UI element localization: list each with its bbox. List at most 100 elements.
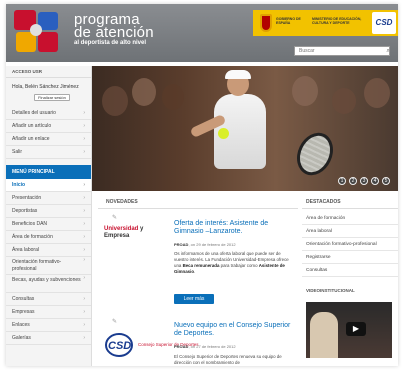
sidebar-item-presentation[interactable]: Presentación › xyxy=(6,192,91,205)
sidebar-item-training[interactable]: Área de formación › xyxy=(6,231,91,244)
sidebar-item-label: Inicio xyxy=(12,182,26,188)
gov-spain-text: GOBIERNO DE ESPAÑA xyxy=(276,17,301,25)
news-author: PROAD xyxy=(174,242,189,247)
news-date: , on 27 de febrero de 2012 xyxy=(188,344,236,349)
racket-icon xyxy=(290,126,340,182)
brand-title: programa de atención xyxy=(74,12,154,41)
brand-subtitle: al deportista de alto nivel xyxy=(74,40,147,46)
sidebar-item-label: Añadir un enlace xyxy=(12,136,50,142)
sidebar-item-athletes[interactable]: Deportistas › xyxy=(6,205,91,218)
institutional-video[interactable]: ▶ xyxy=(306,302,392,358)
sidebar-item-add-article[interactable]: Añadir un artículo › xyxy=(6,120,91,133)
read-more-button[interactable]: Leer más xyxy=(174,294,214,304)
slide-dot[interactable]: 1 xyxy=(338,177,346,185)
play-icon[interactable]: ▶ xyxy=(346,322,366,336)
player-cap-shape xyxy=(225,70,251,79)
sidebar-item-companies[interactable]: Empresas › xyxy=(6,306,91,319)
csd-logo-small[interactable]: CSD xyxy=(372,12,396,34)
sidebar-item-label: Salir xyxy=(12,149,23,155)
news-body-end: . xyxy=(194,269,196,274)
chevron-right-icon: › xyxy=(83,257,85,263)
slideshow-pager: 1 2 3 4 5 xyxy=(338,177,390,185)
sidebar-item-label: Área laboral xyxy=(12,247,39,253)
sidebar-item-exit[interactable]: Salir › xyxy=(6,146,91,159)
news-author: PROAD xyxy=(174,344,189,349)
sidebar-item-orientation[interactable]: Orientación formativo-profesional › xyxy=(6,257,91,275)
access-header: ACCESO USR xyxy=(6,66,91,78)
slide-dot[interactable]: 5 xyxy=(382,177,390,185)
sidebar-item-label: Área de formación xyxy=(12,234,53,240)
sidebar-item-label: Orientación formativo-profesional xyxy=(12,259,62,272)
edit-pencil-icon[interactable]: ✎ xyxy=(112,318,117,325)
news-header: NOVEDADES xyxy=(98,195,298,209)
chevron-right-icon: › xyxy=(83,149,85,155)
edit-pencil-icon[interactable]: ✎ xyxy=(112,214,117,221)
brand-title-line2: de atención xyxy=(74,24,154,41)
chevron-right-icon: › xyxy=(83,275,85,281)
chevron-right-icon: › xyxy=(83,110,85,116)
sidebar-item-label: Detalles del usuario xyxy=(12,110,56,116)
logout-button[interactable]: Finalizar sesión xyxy=(34,94,70,101)
hero-slideshow[interactable]: 1 2 3 4 5 xyxy=(92,66,398,191)
sidebar-item-label: Galerías xyxy=(12,335,31,341)
slide-dot[interactable]: 3 xyxy=(360,177,368,185)
sidebar-item-label: Enlaces xyxy=(12,322,30,328)
news-body-bold1: Beca remunerada xyxy=(182,263,220,268)
sidebar-item-home[interactable]: Inicio › xyxy=(6,179,91,192)
highlight-link-labour[interactable]: Área laboral xyxy=(302,225,398,238)
main-menu-header: MENÚ PRINCIPAL xyxy=(6,165,91,179)
news-item: ✎ Universidad y Empresa Oferta de interé… xyxy=(98,212,298,304)
tennis-ball-icon xyxy=(218,128,229,139)
highlight-link-training[interactable]: Área de formación xyxy=(302,212,398,225)
csd-logo-text: CSD xyxy=(108,340,131,352)
sidebar: ACCESO USR Hola, Belén Sánchez Jiménez F… xyxy=(6,66,92,366)
sidebar-item-links[interactable]: Enlaces › xyxy=(6,319,91,332)
video-header: VIDEOINSTITUCIONAL xyxy=(306,288,355,293)
video-thumbnail-person xyxy=(310,312,338,358)
highlight-link-orientation[interactable]: Orientación formativo-profesional xyxy=(302,238,398,251)
search-input[interactable] xyxy=(294,46,390,56)
sidebar-item-labour[interactable]: Área laboral › xyxy=(6,244,91,257)
user-greeting: Hola, Belén Sánchez Jiménez xyxy=(12,84,79,90)
highlight-link-queries[interactable]: Consultas xyxy=(302,264,398,277)
ministry-text: MINISTERIO DE EDUCACIÓN, CULTURA Y DEPOR… xyxy=(312,17,362,25)
news-meta: PROAD, on 29 de febrero de 2012 xyxy=(174,242,236,247)
sidebar-item-add-link[interactable]: Añadir un enlace › xyxy=(6,133,91,146)
sidebar-item-benefits[interactable]: Beneficios DAN › xyxy=(6,218,91,231)
chevron-right-icon: › xyxy=(83,247,85,253)
chevron-right-icon: › xyxy=(83,296,85,302)
sidebar-item-label: Añadir un artículo xyxy=(12,123,52,129)
sidebar-item-label: Deportistas xyxy=(12,208,38,214)
sidebar-item-grants[interactable]: Becas, ayudas y subvenciones › xyxy=(6,275,91,293)
news-body-mid: para trabajar como xyxy=(220,263,258,268)
site-header: programa de atención al deportista de al… xyxy=(6,4,398,62)
chevron-right-icon: › xyxy=(83,123,85,129)
chevron-right-icon: › xyxy=(83,322,85,328)
news-body: Os informamos de una oferta laboral que … xyxy=(174,251,294,275)
news-date: , on 29 de febrero de 2012 xyxy=(188,242,236,247)
news-title-link[interactable]: Nuevo equipo en el Consejo Superior de D… xyxy=(174,322,296,338)
sidebar-item-user-details[interactable]: Detalles del usuario › xyxy=(6,107,91,120)
sidebar-item-label: Empresas xyxy=(12,309,35,315)
sidebar-item-label: Consultas xyxy=(12,296,35,302)
slide-dot[interactable]: 2 xyxy=(349,177,357,185)
chevron-right-icon: › xyxy=(83,234,85,240)
chevron-right-icon: › xyxy=(83,335,85,341)
page: programa de atención al deportista de al… xyxy=(6,4,398,366)
slide-dot[interactable]: 4 xyxy=(371,177,379,185)
universidad-empresa-logo: Universidad y Empresa xyxy=(104,226,162,240)
chevron-right-icon: › xyxy=(83,309,85,315)
puzzle-logo-icon[interactable] xyxy=(14,10,62,54)
news-body: El Consejo Superior de Deportes renueva … xyxy=(174,354,282,365)
logo-text-a: Universidad xyxy=(104,226,139,232)
search-icon[interactable]: ⌕ xyxy=(384,47,392,55)
sidebar-item-galleries[interactable]: Galerías › xyxy=(6,332,91,345)
sidebar-item-queries[interactable]: Consultas › xyxy=(6,293,91,306)
sidebar-item-label: Beneficios DAN xyxy=(12,221,48,227)
sidebar-item-label: Presentación xyxy=(12,195,42,201)
news-title-link[interactable]: Oferta de interés: Asistente de Gimnasio… xyxy=(174,220,294,236)
highlights-header: DESTACADOS xyxy=(302,195,398,209)
sidebar-item-label: Becas, ayudas y subvenciones xyxy=(12,277,81,283)
highlight-link-register[interactable]: Registrarse xyxy=(302,251,398,264)
spain-shield-icon xyxy=(260,14,272,32)
